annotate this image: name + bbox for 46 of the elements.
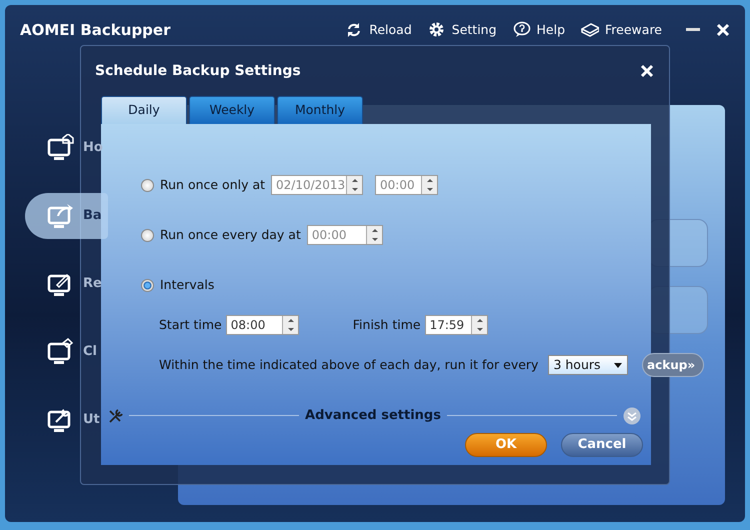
option-label: Run once every day at (160, 226, 301, 244)
tab[interactable]: Daily (101, 96, 187, 124)
sidebar-item[interactable]: Ut (25, 397, 106, 443)
toolbar-label[interactable]: Reload (369, 20, 412, 40)
tab[interactable]: Weekly (189, 96, 275, 124)
tools-icon (107, 408, 123, 424)
interval-dropdown[interactable]: 3 hours (548, 355, 628, 375)
cancel-button[interactable]: Cancel (561, 433, 643, 457)
radio-button[interactable] (141, 278, 154, 292)
field-label: Within the time indicated above of each day, run it for every (159, 356, 538, 374)
spin-field[interactable]: 02/10/2013 (271, 175, 364, 195)
spin-field[interactable]: 00:00 (375, 175, 438, 195)
close-icon[interactable] (716, 23, 730, 37)
backup-button[interactable]: ackup» (642, 353, 704, 377)
app-title: AOMEI Backupper (20, 20, 170, 41)
toolbar-link[interactable]: Setting (428, 20, 497, 40)
field-label: Start time (159, 316, 222, 334)
radio-button[interactable] (141, 228, 154, 242)
tab[interactable]: Monthly (277, 96, 363, 124)
toolbar-link[interactable]: Help (512, 20, 566, 40)
monitor-icon (47, 134, 75, 162)
toolbar-label[interactable]: Help (536, 20, 566, 40)
monitor-icon (47, 338, 75, 366)
option-label: Run once only at (160, 176, 266, 194)
monitor-icon (47, 202, 75, 230)
toolbar-label[interactable]: Setting (452, 20, 497, 40)
toolbar-link[interactable]: Freeware (581, 20, 662, 40)
sidebar-item[interactable]: Cl (25, 329, 103, 375)
toolbar-link[interactable]: Reload (345, 20, 412, 40)
settings-icon (428, 21, 446, 39)
spin-field[interactable]: 08:00 (226, 315, 299, 335)
caret-icon (613, 362, 624, 368)
box-icon (581, 21, 600, 39)
expand-icon[interactable] (623, 406, 641, 425)
spin-field[interactable]: 17:59 (424, 315, 488, 335)
field-label: Finish time (352, 316, 421, 334)
toolbar-label[interactable]: Freeware (605, 20, 662, 40)
sidebar-item[interactable]: Ba (25, 193, 108, 239)
dialog-title: Schedule Backup Settings (95, 62, 301, 80)
help-icon (512, 21, 531, 39)
option-label: Intervals (160, 276, 214, 294)
close-button[interactable] (639, 63, 655, 79)
advanced-settings-label[interactable]: Advanced settings (305, 406, 441, 426)
spin-field[interactable]: 00:00 (306, 225, 383, 245)
minimize-icon[interactable] (686, 28, 700, 32)
radio-button[interactable] (141, 178, 154, 192)
